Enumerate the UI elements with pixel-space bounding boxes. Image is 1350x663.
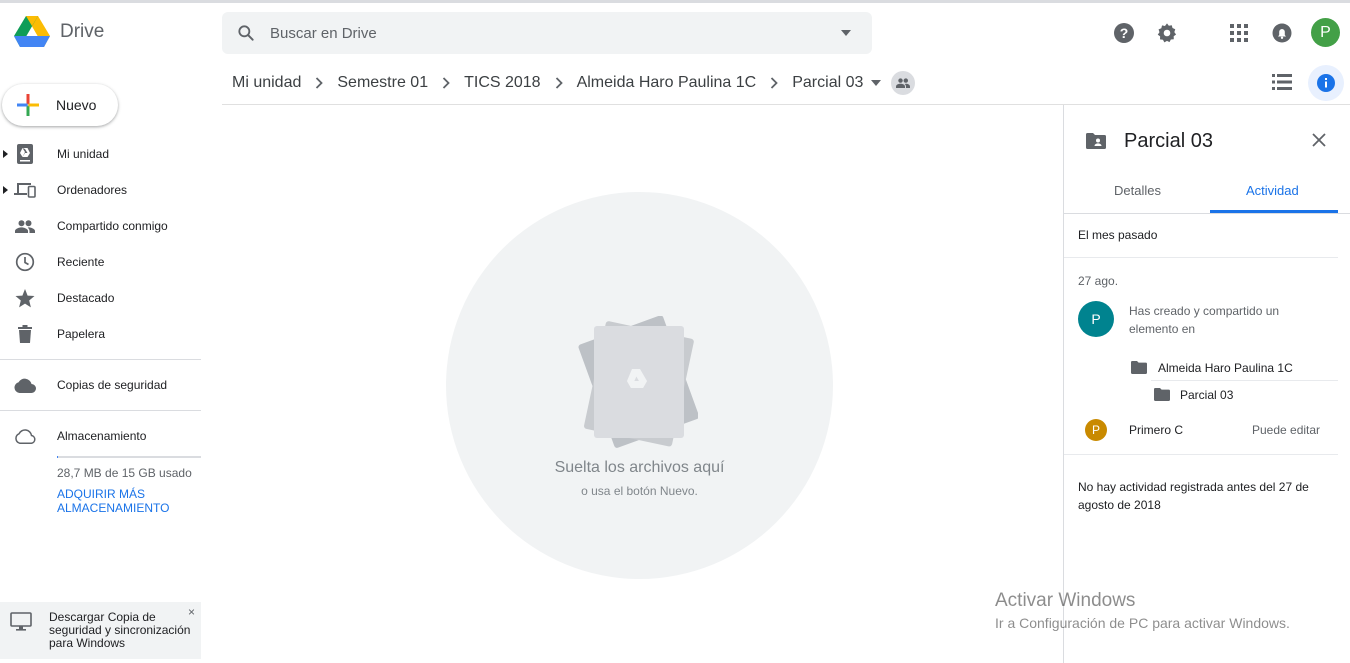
new-button-label: Nuevo <box>56 97 97 113</box>
activity-period-label: El mes pasado <box>1078 228 1158 242</box>
sidebar-item-label: Destacado <box>57 291 115 305</box>
activity-divider <box>1064 454 1338 455</box>
sidebar-divider <box>0 359 201 360</box>
breadcrumb: Mi unidad Semestre 01 TICS 2018 Almeida … <box>232 71 916 95</box>
breadcrumb-item-semestre[interactable]: Semestre 01 <box>337 74 428 92</box>
folder-icon <box>1131 361 1147 374</box>
sidebar-item-ordenadores[interactable]: Ordenadores <box>0 174 200 206</box>
breadcrumb-item-almeida[interactable]: Almeida Haro Paulina 1C <box>577 74 757 92</box>
avatar: P <box>1085 419 1107 441</box>
trash-icon <box>14 323 36 345</box>
cloud-icon <box>14 374 36 396</box>
drop-zone-title: Suelta los archivos aquí <box>554 459 725 476</box>
activity-child-folder[interactable]: Parcial 03 <box>1180 388 1233 402</box>
folder-menu-dropdown-icon[interactable] <box>871 80 882 86</box>
expand-arrow-icon[interactable] <box>3 150 8 158</box>
plus-icon <box>17 94 39 116</box>
breadcrumb-item-mi-unidad[interactable]: Mi unidad <box>232 74 301 92</box>
windows-activation-subtitle: Ir a Configuración de PC para activar Wi… <box>995 615 1290 631</box>
chevron-right-icon <box>442 77 450 89</box>
info-icon <box>1317 74 1335 92</box>
download-backup-text[interactable]: Descargar Copia de seguridad y sincroniz… <box>49 611 197 650</box>
search-options-dropdown-icon[interactable] <box>840 29 852 37</box>
windows-activation-title: Activar Windows <box>995 590 1136 611</box>
period-divider <box>1064 257 1338 258</box>
search-input[interactable] <box>270 12 830 54</box>
people-icon <box>14 215 36 237</box>
folder-tree-divider <box>1151 380 1338 381</box>
storage-progress-fill <box>57 456 58 458</box>
empty-files-illustration-icon <box>578 316 698 448</box>
sidebar-item-mi-unidad[interactable]: Mi unidad <box>0 138 200 170</box>
activity-description: Has creado y compartido un elemento en <box>1129 304 1280 336</box>
storage-progress-bar <box>57 456 201 458</box>
notifications-bell-icon[interactable] <box>1270 21 1294 45</box>
tab-actividad[interactable]: Actividad <box>1246 183 1299 198</box>
close-icon[interactable] <box>1312 133 1326 147</box>
permission-user-name: Primero C <box>1129 423 1184 437</box>
folder-icon <box>1154 388 1170 401</box>
search-icon[interactable] <box>236 23 256 43</box>
avatar: P <box>1078 301 1114 337</box>
no-activity-message: No hay actividad registrada antes del 27… <box>1078 480 1309 512</box>
sidebar-item-destacado[interactable]: Destacado <box>0 282 200 314</box>
breadcrumb-item-tics[interactable]: TICS 2018 <box>464 74 540 92</box>
storage-used-text: 28,7 MB de 15 GB usado <box>57 466 192 480</box>
account-avatar[interactable]: P <box>1311 18 1340 47</box>
sidebar-item-label: Compartido conmigo <box>57 219 168 233</box>
sidebar-item-label: Ordenadores <box>57 183 128 197</box>
sidebar-item-label: Copias de seguridad <box>57 378 168 392</box>
drive-logo-icon[interactable] <box>14 16 50 48</box>
shared-folder-icon <box>1086 133 1106 149</box>
expand-arrow-icon[interactable] <box>3 186 8 194</box>
chevron-right-icon <box>771 77 779 89</box>
cloud-outline-icon <box>14 425 36 447</box>
close-icon[interactable]: × <box>188 605 195 619</box>
breadcrumb-item-current[interactable]: Parcial 03 <box>792 74 863 92</box>
computers-icon <box>14 179 36 201</box>
sidebar-item-almacenamiento[interactable]: Almacenamiento <box>0 420 200 452</box>
star-icon <box>14 287 36 309</box>
apps-grid-icon[interactable] <box>1227 21 1251 45</box>
drop-zone-subtitle: o usa el botón Nuevo. <box>581 484 698 498</box>
app-title[interactable]: Drive <box>60 21 104 43</box>
sidebar-item-compartido[interactable]: Compartido conmigo <box>0 210 200 242</box>
details-info-button[interactable] <box>1308 65 1344 101</box>
help-icon[interactable]: ? <box>1112 21 1136 45</box>
list-view-icon[interactable] <box>1272 74 1292 90</box>
chevron-right-icon <box>555 77 563 89</box>
settings-gear-icon[interactable] <box>1155 21 1179 45</box>
svg-text:?: ? <box>1120 25 1129 41</box>
permission-role: Puede editar <box>1252 423 1321 437</box>
sidebar-divider <box>0 410 201 411</box>
monitor-icon <box>10 612 32 631</box>
details-panel: Parcial 03 Detalles Actividad El mes pas… <box>1063 105 1350 663</box>
sidebar-item-reciente[interactable]: Reciente <box>0 246 200 278</box>
download-backup-card[interactable]: Descargar Copia de seguridad y sincroniz… <box>0 602 201 659</box>
sidebar-item-papelera[interactable]: Papelera <box>0 318 200 350</box>
window-top-border <box>0 0 1350 3</box>
search-box[interactable] <box>222 12 872 54</box>
tab-detalles[interactable]: Detalles <box>1114 183 1161 198</box>
clock-icon <box>14 251 36 273</box>
sidebar-item-label: Mi unidad <box>57 147 110 161</box>
shared-folder-people-icon[interactable] <box>891 71 916 95</box>
activity-parent-folder[interactable]: Almeida Haro Paulina 1C <box>1158 361 1293 375</box>
chevron-right-icon <box>316 77 324 89</box>
sidebar-item-label: Almacenamiento <box>57 429 147 443</box>
panel-title: Parcial 03 <box>1124 130 1213 152</box>
activity-date: 27 ago. <box>1078 274 1119 288</box>
tabs-divider <box>1064 213 1350 214</box>
new-button[interactable]: Nuevo <box>2 84 118 126</box>
drive-icon <box>14 143 36 165</box>
sidebar-item-copias[interactable]: Copias de seguridad <box>0 369 200 401</box>
sidebar-item-label: Papelera <box>57 327 106 341</box>
buy-storage-link[interactable]: ADQUIRIR MÁS ALMACENAMIENTO <box>57 487 197 515</box>
sidebar-item-label: Reciente <box>57 255 105 269</box>
